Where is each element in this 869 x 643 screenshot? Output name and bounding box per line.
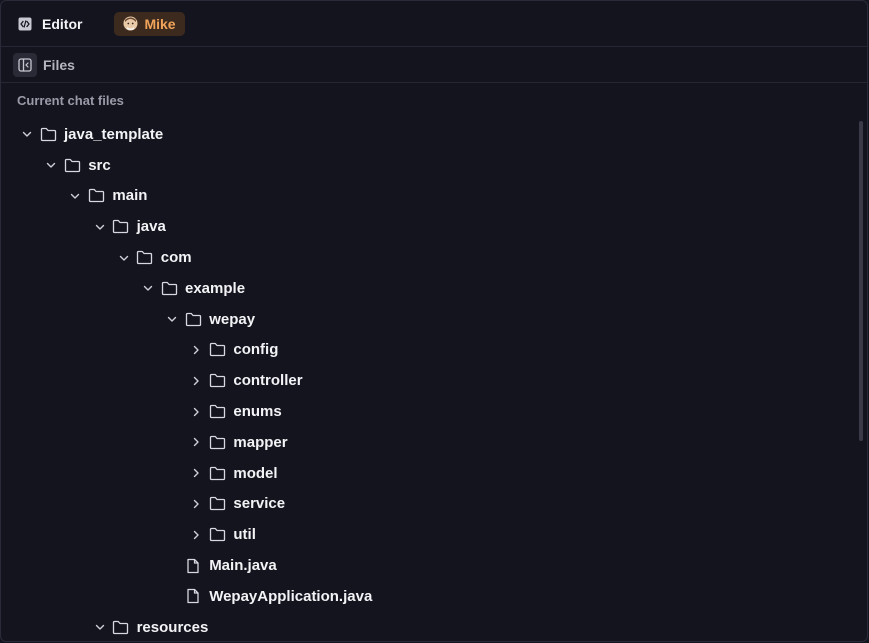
tree-item-label: WepayApplication.java [209, 587, 373, 605]
folder-icon [208, 495, 226, 513]
user-name: Mike [144, 15, 176, 32]
tree-item-label: model [233, 464, 278, 482]
tree-item-label: controller [233, 372, 303, 390]
folder-icon [136, 249, 154, 267]
tree-file-row[interactable]: WepayApplication.java [1, 581, 867, 612]
folder-icon [87, 187, 105, 205]
tree-item-label: mapper [233, 433, 288, 451]
top-bar: Editor Mike [1, 1, 867, 47]
tree-item-label: config [233, 341, 279, 359]
chevron-down-icon[interactable] [164, 311, 180, 327]
tree-folder-row[interactable]: model [1, 458, 867, 489]
tree-folder-row[interactable]: enums [1, 396, 867, 427]
chevron-right-icon[interactable] [188, 434, 204, 450]
chevron-down-icon[interactable] [116, 250, 132, 266]
chevron-down-icon[interactable] [140, 280, 156, 296]
chevron-right-icon[interactable] [188, 342, 204, 358]
folder-icon [208, 403, 226, 421]
folder-icon [208, 526, 226, 544]
chevron-down-icon[interactable] [92, 619, 108, 635]
tab-editor[interactable]: Editor [17, 16, 82, 32]
folder-icon [63, 156, 81, 174]
file-icon [184, 557, 202, 575]
chevron-down-icon[interactable] [43, 157, 59, 173]
scrollbar[interactable] [859, 121, 863, 441]
tree-item-label: util [233, 526, 256, 544]
files-title: Files [43, 56, 75, 73]
files-header: Files [1, 47, 867, 83]
code-icon [17, 16, 33, 32]
chevron-right-icon[interactable] [188, 527, 204, 543]
tree-item-label: com [160, 249, 192, 267]
chevron-down-icon[interactable] [92, 219, 108, 235]
tree-item-label: src [88, 156, 111, 174]
tree-item-label: service [233, 495, 286, 513]
tree-item-label: example [185, 279, 246, 297]
chevron-right-icon[interactable] [188, 496, 204, 512]
folder-icon [39, 125, 57, 143]
tree-item-label: wepay [209, 310, 256, 328]
folder-icon [208, 433, 226, 451]
chevron-right-icon[interactable] [188, 465, 204, 481]
tree-item-label: main [112, 187, 148, 205]
tree-item-label: java [136, 218, 166, 236]
chevron-down-icon[interactable] [67, 188, 83, 204]
tree-folder-row[interactable]: java [1, 211, 867, 242]
user-badge[interactable]: Mike [114, 11, 185, 36]
tree-item-label: enums [233, 403, 282, 421]
chevron-right-icon[interactable] [188, 404, 204, 420]
folder-icon [184, 310, 202, 328]
folder-icon [208, 372, 226, 390]
folder-icon [112, 218, 130, 236]
tree-folder-row[interactable]: example [1, 273, 867, 304]
section-label: Current chat files [17, 93, 124, 108]
folder-icon [160, 279, 178, 297]
tree-folder-row[interactable]: util [1, 519, 867, 550]
tree-folder-row[interactable]: config [1, 335, 867, 366]
folder-icon [208, 341, 226, 359]
tree-folder-row[interactable]: wepay [1, 304, 867, 335]
file-tree: java_templatesrc main java com example wepay c… [1, 119, 867, 641]
tree-folder-row[interactable]: src [1, 150, 867, 181]
panel-toggle-icon[interactable] [13, 52, 37, 77]
tree-item-label: java_template [64, 125, 164, 143]
tree-folder-row[interactable]: java_template [1, 119, 867, 150]
tree-folder-row[interactable]: resources [1, 612, 867, 641]
folder-icon [112, 618, 130, 636]
avatar-icon [122, 16, 138, 32]
tree-file-row[interactable]: Main.java [1, 550, 867, 581]
tree-folder-row[interactable]: controller [1, 365, 867, 396]
editor-tab-label: Editor [42, 15, 83, 32]
tree-folder-row[interactable]: service [1, 489, 867, 520]
chevron-down-icon[interactable] [19, 126, 35, 142]
editor-window: Editor Mike Files Current chat files jav… [0, 0, 868, 642]
tree-folder-row[interactable]: mapper [1, 427, 867, 458]
tree-folder-row[interactable]: main [1, 181, 867, 212]
tree-item-label: resources [136, 618, 209, 636]
tree-item-label: Main.java [209, 557, 277, 575]
file-icon [184, 587, 202, 605]
chevron-right-icon[interactable] [188, 373, 204, 389]
folder-icon [208, 464, 226, 482]
tree-folder-row[interactable]: com [1, 242, 867, 273]
